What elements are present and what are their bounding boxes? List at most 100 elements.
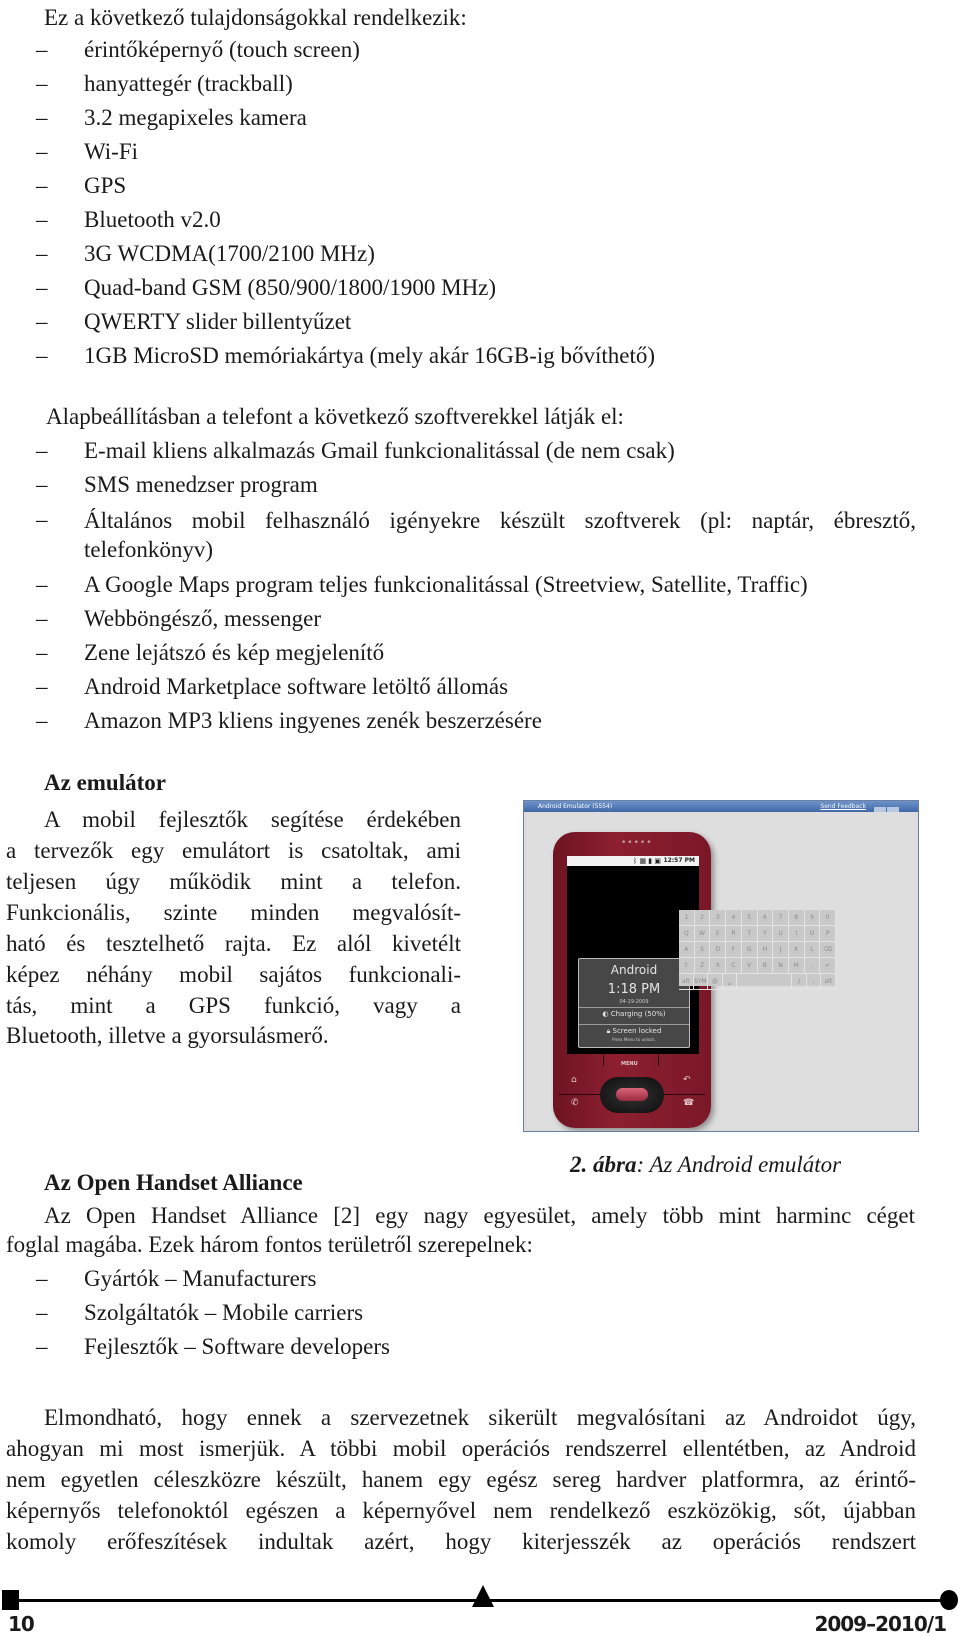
speaker-grille: ••••• (621, 838, 653, 848)
divider (658, 1054, 659, 1066)
list-item: Webböngésző, messenger (84, 606, 322, 631)
keyboard-key[interactable]: N (773, 958, 789, 973)
paragraph-line: nem egyetlen céleszközre készült, hanem … (6, 1467, 916, 1492)
keyboard-key[interactable]: U (773, 926, 789, 941)
keyboard-key[interactable]: , (807, 974, 822, 989)
list-item: Wi-Fi (84, 139, 139, 164)
window-titlebar: Android Emulator (5554) Send Feedback (524, 801, 918, 833)
keyboard-key[interactable]: T (742, 926, 758, 941)
keyboard-key[interactable]: 0 (820, 910, 837, 925)
keyboard-key[interactable]: alt (821, 974, 837, 989)
list-dash: – (36, 275, 48, 300)
page-number: 10 (8, 1612, 35, 1636)
keyboard-key[interactable]: / (792, 974, 807, 989)
paragraph-line: tás, mint a GPS funkció, vagy a (6, 993, 461, 1018)
keyboard-key[interactable]: D (710, 942, 727, 957)
window-controls (873, 802, 915, 833)
keyboard-key[interactable]: 1 (679, 910, 695, 925)
list-item: A Google Maps program teljes funkcionali… (84, 572, 808, 597)
keyboard-key[interactable]: H (758, 942, 774, 957)
keyboard-key[interactable]: 5 (742, 910, 758, 925)
list-dash: – (36, 105, 48, 130)
trackball-center[interactable] (616, 1088, 648, 1101)
keyboard-key[interactable]: A (679, 942, 695, 957)
paragraph-line: képez néhány mobil sajátos funkcionali- (6, 962, 461, 987)
keyboard-key[interactable]: 2 (695, 910, 711, 925)
keyboard-key[interactable]: M (789, 958, 805, 973)
list-item: GPS (84, 173, 127, 198)
call-icon[interactable]: ✆ (571, 1098, 579, 1108)
keyboard-key[interactable]: . (805, 958, 821, 973)
paragraph-line: Elmondható, hogy ennek a szervezetnek si… (44, 1405, 916, 1430)
unlock-hint: Press Menu to unlock. (612, 1037, 656, 1042)
list-item: Szolgáltatók – Mobile carriers (84, 1300, 364, 1325)
charging-text: Charging (50%) (610, 1010, 666, 1018)
list-item: telefonkönyv) (84, 537, 214, 562)
keyboard-key[interactable]: 4 (726, 910, 742, 925)
keyboard-key[interactable]: 8 (789, 910, 805, 925)
keyboard-key[interactable]: Y (758, 926, 774, 941)
keyboard-key[interactable]: 6 (758, 910, 774, 925)
keyboard-key[interactable]: F (726, 942, 742, 957)
paragraph-line: komoly erőfeszítések indultak azért, hog… (6, 1529, 916, 1554)
divider (603, 1054, 604, 1066)
square-icon (2, 1590, 19, 1610)
send-feedback-link[interactable]: Send Feedback (820, 801, 866, 812)
keyboard-key[interactable]: X (710, 958, 727, 973)
keyboard-key[interactable]: V (742, 958, 758, 973)
status-time: 12:57 PM (663, 857, 695, 864)
keyboard-key[interactable]: I (789, 926, 805, 941)
keyboard-key[interactable]: ⌫ (820, 942, 837, 957)
screen-locked-status: 🔒︎ Screen locked (579, 1027, 689, 1036)
keyboard-key[interactable]: E (710, 926, 727, 941)
list-item: Amazon MP3 kliens ingyenes zenék beszerz… (84, 708, 542, 733)
paragraph-line: Bluetooth, illetve a gyorsulásmerő. (6, 1023, 329, 1048)
keyboard-key[interactable]: K (789, 942, 805, 957)
keyboard-key[interactable]: ⇧ (679, 958, 695, 973)
keyboard-key[interactable]: S (695, 942, 711, 957)
keyboard-key[interactable]: 7 (773, 910, 789, 925)
end-call-icon[interactable]: ☎ (683, 1098, 694, 1108)
home-icon[interactable]: ⌂ (571, 1075, 577, 1085)
keyboard-key[interactable]: C (726, 958, 742, 973)
keyboard-key[interactable]: Q (679, 926, 695, 941)
keyboard-key[interactable]: SYM (694, 974, 709, 989)
status-icons: ᛒ ▦ ▮ ▣ (633, 857, 661, 865)
status-bar: ᛒ ▦ ▮ ▣ 12:57 PM (567, 856, 699, 866)
keyboard-key[interactable]: @ (708, 974, 723, 989)
keyboard-key[interactable]: J (773, 942, 789, 957)
list-dash: – (36, 640, 48, 665)
list-dash: – (36, 438, 48, 463)
intro-text: Ez a következő tulajdonságokkal rendelke… (44, 5, 467, 30)
keyboard-key[interactable]: W (695, 926, 711, 941)
keyboard-key[interactable]: P (820, 926, 837, 941)
list-dash: – (36, 507, 48, 532)
keyboard-key[interactable]: Z (695, 958, 711, 973)
list-dash: – (36, 139, 48, 164)
trackball-dpad[interactable] (600, 1077, 664, 1113)
list-item: Általános mobil felhasználó igényekre ké… (84, 508, 916, 533)
keyboard-key[interactable]: B (758, 958, 774, 973)
list-dash: – (36, 606, 48, 631)
keyboard-key[interactable] (737, 974, 793, 989)
keyboard-key[interactable]: 3 (710, 910, 727, 925)
keyboard-key[interactable]: ↵ (820, 958, 837, 973)
paragraph-line: Funkcionális, szinte minden megvalósít- (6, 900, 461, 925)
keyboard-key[interactable]: ␣ (723, 974, 738, 989)
paragraph-line: a tervezők egy emulátort is csatoltak, a… (6, 838, 461, 863)
keyboard-key[interactable]: L (805, 942, 821, 957)
keyboard-key[interactable]: O (805, 926, 821, 941)
paragraph-line: teljesen úgy működik mint a telefon. (6, 869, 461, 894)
emulator-keyboard: 1 2 3 4 5 6 7 8 9 0 Q W E R T Y U I O P A S D F G H J K L ⌫ ⇧ Z X C V B N M. ↵… (679, 910, 837, 990)
keyboard-key[interactable]: G (742, 942, 758, 957)
keyboard-key[interactable]: 9 (805, 910, 821, 925)
oha-line-2: foglal magába. Ezek három fontos terület… (6, 1232, 533, 1257)
keyboard-key[interactable]: alt (679, 974, 694, 989)
paragraph-line: A mobil fejlesztők segítése érdekében (44, 807, 461, 832)
list-item: Gyártók – Manufacturers (84, 1266, 317, 1291)
back-icon[interactable]: ↶ (683, 1075, 691, 1085)
carrier-label: Android (610, 963, 658, 977)
menu-button[interactable]: MENU (621, 1061, 638, 1067)
software-intro: Alapbeállításban a telefont a következő … (46, 404, 624, 429)
keyboard-key[interactable]: R (726, 926, 742, 941)
